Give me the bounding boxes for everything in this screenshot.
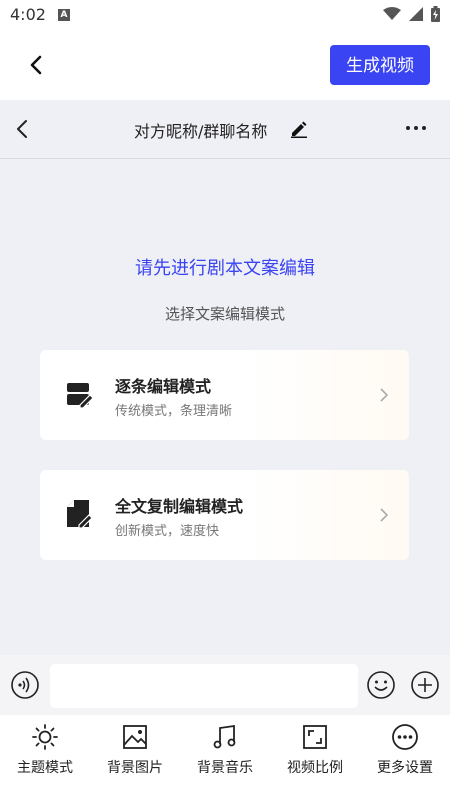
mode-title: 全文复制编辑模式: [115, 497, 244, 516]
message-input[interactable]: [50, 664, 358, 708]
more-circle-icon: [392, 724, 418, 750]
mode-title: 逐条编辑模式: [115, 377, 212, 396]
mode-card-line-by-line[interactable]: 逐条编辑模式 传统模式，条理清晰: [40, 350, 409, 440]
toolbar-label: 更多设置: [377, 760, 433, 776]
notification-a-icon: A: [58, 9, 70, 21]
chevron-right-icon: [380, 508, 389, 522]
app-top-bar: 生成视频: [0, 30, 450, 100]
toolbar-background-music[interactable]: 背景音乐: [180, 723, 270, 793]
mode-card-full-copy[interactable]: 全文复制编辑模式 创新模式，速度快: [40, 470, 409, 560]
chevron-right-icon: [380, 388, 389, 402]
battery-icon: [431, 6, 440, 22]
more-dots-icon[interactable]: [404, 118, 428, 138]
status-bar: 4:02 A: [0, 0, 450, 30]
toolbar-background-image[interactable]: 背景图片: [90, 723, 180, 793]
voice-input-icon[interactable]: [10, 670, 40, 700]
mode-subtitle: 传统模式，条理清晰: [115, 404, 233, 419]
mode-select-hint: 选择文案编辑模式: [164, 305, 285, 323]
toolbar-label: 背景图片: [107, 760, 163, 776]
list-edit-icon: [67, 383, 94, 409]
chat-preview-panel: 对方昵称/群聊名称 请先进行剧本文案编辑 选择文案编辑模式 逐条编辑模式 传统模…: [0, 100, 450, 655]
aspect-ratio-icon: [303, 725, 327, 749]
image-icon: [123, 725, 147, 749]
bottom-toolbar: 主题模式 背景图片 背景音乐 视频比例 更多设置: [0, 715, 450, 800]
generate-video-button[interactable]: 生成视频: [330, 45, 430, 85]
sun-icon: [32, 724, 58, 750]
system-icons: [383, 6, 440, 22]
toolbar-video-ratio[interactable]: 视频比例: [270, 723, 360, 793]
chat-header: 对方昵称/群聊名称: [0, 100, 450, 159]
toolbar-more-settings[interactable]: 更多设置: [360, 723, 450, 793]
toolbar-label: 背景音乐: [197, 760, 253, 776]
signal-icon: [409, 7, 423, 21]
music-icon: [213, 724, 236, 749]
back-arrow-icon[interactable]: [24, 50, 48, 80]
pencil-edit-icon[interactable]: [290, 120, 308, 138]
chat-back-icon[interactable]: [14, 118, 30, 140]
toolbar-label: 视频比例: [287, 760, 343, 776]
document-edit-icon: [67, 500, 93, 529]
toolbar-theme-mode[interactable]: 主题模式: [0, 723, 90, 793]
message-input-bar: [0, 655, 450, 715]
edit-prompt: 请先进行剧本文案编辑: [135, 258, 315, 279]
mode-subtitle: 创新模式，速度快: [115, 524, 220, 539]
chat-title[interactable]: 对方昵称/群聊名称: [134, 118, 267, 142]
toolbar-label: 主题模式: [17, 760, 73, 776]
status-time: 4:02: [10, 5, 46, 24]
wifi-icon: [383, 7, 401, 20]
emoji-icon[interactable]: [366, 670, 396, 700]
plus-icon[interactable]: [410, 670, 440, 700]
